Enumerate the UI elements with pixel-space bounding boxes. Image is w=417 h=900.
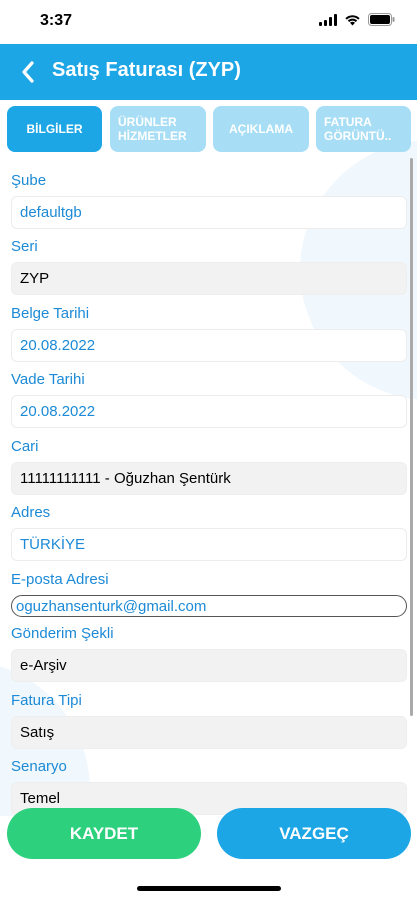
action-bar: KAYDET VAZGEÇ xyxy=(0,808,417,864)
cari-label: Cari xyxy=(11,438,39,455)
tab-fatura-goruntu[interactable]: FATURA GÖRÜNTÜ.. xyxy=(316,106,411,152)
cari-field[interactable]: 11111111111 - Oğuzhan Şentürk xyxy=(11,462,407,495)
save-button[interactable]: KAYDET xyxy=(7,808,201,859)
sube-field[interactable]: defaultgb xyxy=(11,196,407,229)
belge-tarihi-field[interactable]: 20.08.2022 xyxy=(11,329,407,362)
tab-urunler-hizmetler[interactable]: ÜRÜNLER HİZMETLER xyxy=(110,106,206,152)
fatura-tipi-field[interactable]: Satış xyxy=(11,716,407,749)
back-button[interactable] xyxy=(14,58,42,86)
seri-field[interactable]: ZYP xyxy=(11,262,407,295)
seri-label: Seri xyxy=(11,238,38,255)
wifi-icon xyxy=(344,14,361,26)
adres-label: Adres xyxy=(11,504,51,521)
cancel-button[interactable]: VAZGEÇ xyxy=(217,808,411,859)
home-indicator[interactable] xyxy=(137,886,281,891)
content-area: BİLGİLER ÜRÜNLER HİZMETLER AÇIKLAMA FATU… xyxy=(0,100,417,816)
gonderim-sekli-field[interactable]: e-Arşiv xyxy=(11,649,407,682)
nav-bar: Satış Faturası (ZYP) xyxy=(0,44,417,100)
vade-tarihi-field[interactable]: 20.08.2022 xyxy=(11,395,407,428)
eposta-label: E-posta Adresi xyxy=(11,571,109,588)
adres-field[interactable]: TÜRKİYE xyxy=(11,528,407,561)
scrollbar[interactable] xyxy=(410,158,413,716)
belge-tarihi-label: Belge Tarihi xyxy=(11,305,90,322)
gonderim-sekli-label: Gönderim Şekli xyxy=(11,625,114,642)
battery-icon xyxy=(368,13,395,26)
page-title: Satış Faturası (ZYP) xyxy=(52,59,241,81)
senaryo-label: Senaryo xyxy=(11,758,67,775)
sube-label: Şube xyxy=(11,172,47,189)
chevron-left-icon xyxy=(22,61,34,83)
tab-bar: BİLGİLER ÜRÜNLER HİZMETLER AÇIKLAMA FATU… xyxy=(7,106,411,154)
status-bar: 3:37 xyxy=(0,0,417,44)
tab-aciklama[interactable]: AÇIKLAMA xyxy=(213,106,309,152)
tab-bilgiler[interactable]: BİLGİLER xyxy=(7,106,102,152)
cellular-signal-icon xyxy=(319,13,337,26)
fatura-tipi-label: Fatura Tipi xyxy=(11,692,82,709)
vade-tarihi-label: Vade Tarihi xyxy=(11,371,85,388)
status-icons xyxy=(319,13,395,26)
status-time: 3:37 xyxy=(40,12,73,29)
email-field[interactable]: oguzhansenturk@gmail.com xyxy=(11,595,407,617)
